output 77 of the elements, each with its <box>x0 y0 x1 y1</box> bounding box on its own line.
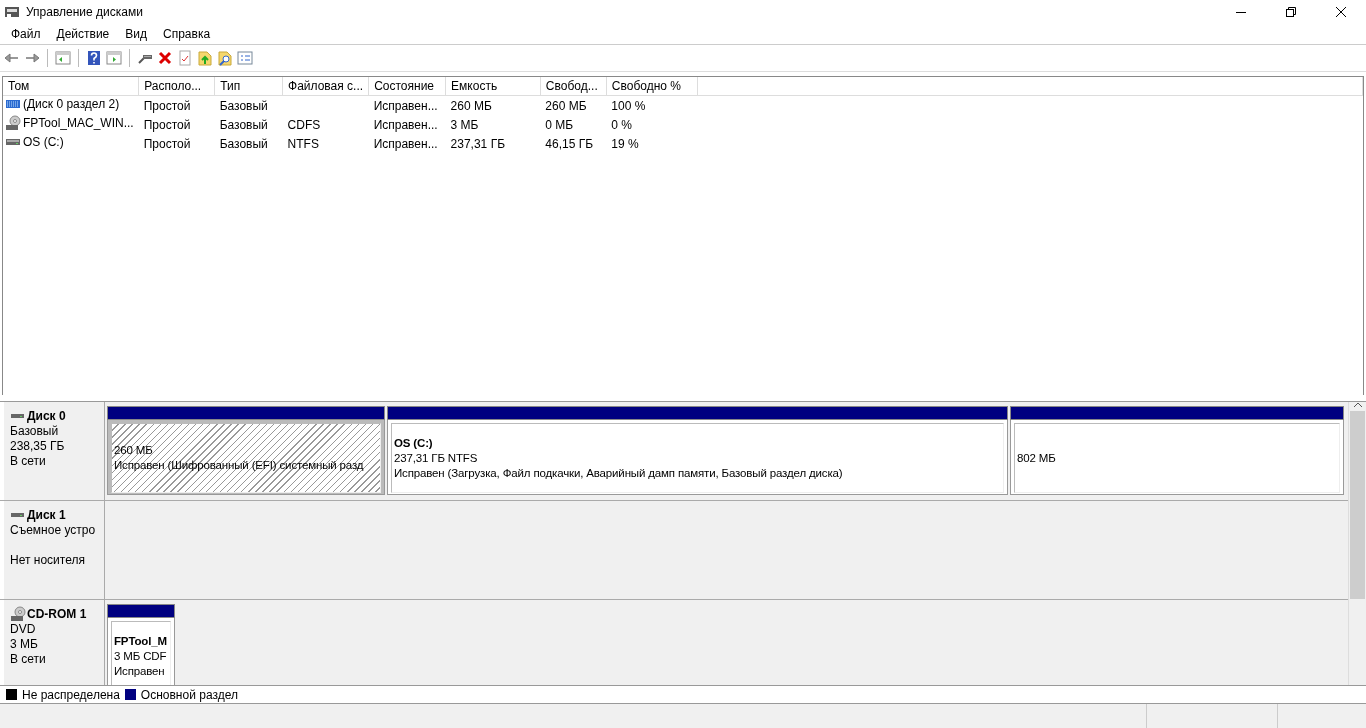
disk-name[interactable]: Диск 1 <box>27 507 66 523</box>
folder-up-icon[interactable] <box>197 50 213 66</box>
help-icon[interactable] <box>86 50 102 66</box>
cd-drive-icon <box>5 115 21 131</box>
table-cell: CDFS <box>287 117 321 132</box>
partition-info: Исправен (Шифрованный (EFI) системный разд <box>114 458 365 473</box>
disk-name[interactable]: Диск 0 <box>27 408 66 424</box>
table-cell: Базовый <box>219 98 268 113</box>
table-cell: Базовый <box>219 117 268 132</box>
partition-block[interactable]: FPTool_M 3 МБ CDF Исправен <box>107 618 175 685</box>
table-cell: 46,15 ГБ <box>545 136 594 151</box>
table-cell: NTFS <box>287 136 319 151</box>
partition-block[interactable]: 260 МБ Исправен (Шифрованный (EFI) системный разд <box>107 420 385 495</box>
column-header[interactable]: Располо... <box>138 77 215 96</box>
disk-type: Базовый <box>10 424 60 439</box>
app-icon <box>4 4 20 20</box>
partition-info: 237,31 ГБ NTFS <box>394 450 479 466</box>
cd-drive-icon <box>10 606 26 622</box>
partition-name: FPTool_M <box>114 633 168 649</box>
table-cell: Исправен... <box>373 136 438 151</box>
table-cell: Базовый <box>219 136 268 151</box>
table-cell: Простой <box>143 117 191 132</box>
menu-item[interactable]: Файл <box>3 27 49 41</box>
volume-name[interactable]: OS (C:) <box>23 135 64 149</box>
disk-size: 238,35 ГБ <box>10 439 66 454</box>
partition-info: 802 МБ <box>1017 450 1057 466</box>
volume-name[interactable]: FPTool_MAC_WIN... <box>23 116 134 130</box>
disk-type: Съемное устро <box>10 523 97 538</box>
delete-icon[interactable] <box>157 50 173 66</box>
table-cell: 0 МБ <box>545 117 574 132</box>
forward-arrow-icon[interactable] <box>24 50 40 66</box>
close-icon[interactable] <box>1336 7 1346 17</box>
partition-info: Исправен (Загрузка, Файл подкачки, Аварийный дамп памяти, Базовый раздел диска) <box>394 465 844 481</box>
menu-item[interactable]: Действие <box>48 27 118 41</box>
column-header[interactable]: Тип <box>214 77 283 96</box>
scrollbar-thumb[interactable] <box>1350 411 1365 599</box>
partition-info: 260 МБ <box>114 443 154 458</box>
disk-size: 3 МБ <box>10 637 39 652</box>
scroll-up-icon[interactable] <box>1352 402 1363 409</box>
search-icon[interactable] <box>217 50 233 66</box>
table-cell: 260 МБ <box>450 98 492 113</box>
table-cell: 260 МБ <box>545 98 587 113</box>
partition-info: 3 МБ CDF <box>114 648 168 664</box>
disk-name[interactable]: CD-ROM 1 <box>27 606 87 622</box>
column-header[interactable]: Свободно % <box>606 77 698 96</box>
disk-status: В сети <box>10 454 47 469</box>
back-arrow-icon[interactable] <box>4 50 20 66</box>
table-cell: 237,31 ГБ <box>450 136 505 151</box>
partition-header-bar <box>107 604 175 618</box>
table-cell: Простой <box>143 98 191 113</box>
table-cell: 100 % <box>611 98 646 113</box>
column-header[interactable]: Файловая с... <box>282 77 369 96</box>
partition-name: OS (C:) <box>394 435 434 451</box>
column-header[interactable]: Емкость <box>445 77 541 96</box>
column-header[interactable]: Том <box>3 77 139 96</box>
table-cell: Исправен... <box>373 98 438 113</box>
column-header[interactable]: Свобод... <box>540 77 607 96</box>
table-cell: 19 % <box>611 136 639 151</box>
partition-block[interactable]: 802 МБ <box>1010 420 1344 495</box>
table-cell: Исправен... <box>373 117 438 132</box>
restore-icon[interactable] <box>1286 7 1296 17</box>
table-cell: 3 МБ <box>450 117 479 132</box>
legend-label: Не распределена <box>22 687 120 702</box>
menu-item[interactable]: Справка <box>155 27 219 41</box>
partition-info: Исправен <box>114 663 166 679</box>
window-title: Управление дисками <box>26 5 143 19</box>
legend-label: Основной раздел <box>140 687 238 702</box>
table-cell: 0 % <box>611 117 632 132</box>
column-header[interactable]: Состояние <box>368 77 446 96</box>
table-cell: Простой <box>143 136 191 151</box>
volume-name[interactable]: (Диск 0 раздел 2) <box>23 97 120 111</box>
disk-status: В сети <box>10 652 47 667</box>
menu-item[interactable]: Вид <box>117 27 155 41</box>
checkmark-page-icon[interactable] <box>177 50 193 66</box>
disk-type: DVD <box>10 622 37 637</box>
disk-status: Нет носителя <box>10 553 86 568</box>
partition-block[interactable]: OS (C:) 237,31 ГБ NTFS Исправен (Загрузка, Файл подкачки, Аварийный дамп памяти, Базовый раздел диска) <box>387 420 1008 495</box>
